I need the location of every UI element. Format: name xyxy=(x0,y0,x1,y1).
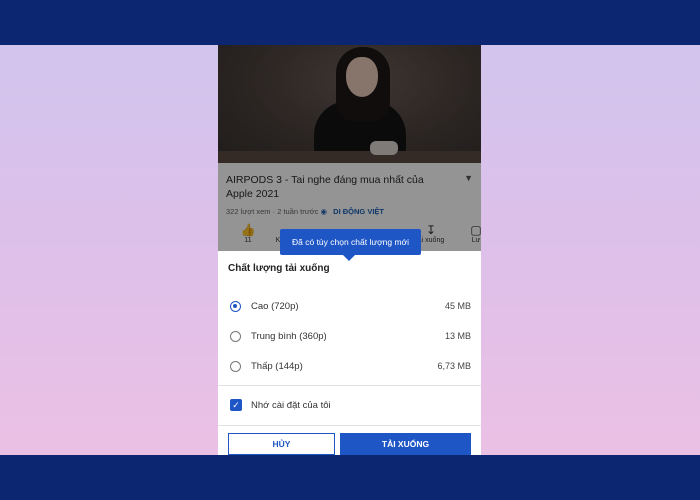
phone-screen: AIRPODS 3 - Tai nghe đáng mua nhất của A… xyxy=(218,45,481,455)
quality-option-low[interactable]: Thấp (144p) 6,73 MB xyxy=(218,357,481,377)
remember-label: Nhớ cài đặt của tôi xyxy=(251,400,331,411)
download-button[interactable]: TẢI XUỐNG xyxy=(340,433,471,455)
top-band xyxy=(0,0,700,45)
option-size: 13 MB xyxy=(444,331,471,341)
radio-icon[interactable] xyxy=(230,331,241,342)
divider xyxy=(218,385,481,386)
sheet-title: Chất lượng tải xuống xyxy=(228,263,330,274)
option-size: 45 MB xyxy=(444,301,471,311)
cancel-button[interactable]: HỦY xyxy=(228,433,335,455)
radio-icon[interactable] xyxy=(230,361,241,372)
quality-option-medium[interactable]: Trung bình (360p) 13 MB xyxy=(218,327,481,347)
quality-option-high[interactable]: Cao (720p) 45 MB xyxy=(218,297,481,317)
option-label: Trung bình (360p) xyxy=(251,331,327,342)
download-quality-sheet: Chất lượng tải xuống Cao (720p) 45 MB Tr… xyxy=(218,251,481,455)
option-label: Thấp (144p) xyxy=(251,361,303,372)
option-size: 6,73 MB xyxy=(437,361,471,371)
divider xyxy=(218,425,481,426)
radio-selected-icon[interactable] xyxy=(230,301,241,312)
dim-overlay xyxy=(218,45,481,251)
remember-checkbox[interactable]: ✓ xyxy=(230,399,242,411)
bottom-band xyxy=(0,455,700,500)
new-quality-tooltip: Đã có tùy chọn chất lượng mới xyxy=(280,229,421,255)
tooltip-arrow xyxy=(343,255,355,261)
option-label: Cao (720p) xyxy=(251,301,299,312)
